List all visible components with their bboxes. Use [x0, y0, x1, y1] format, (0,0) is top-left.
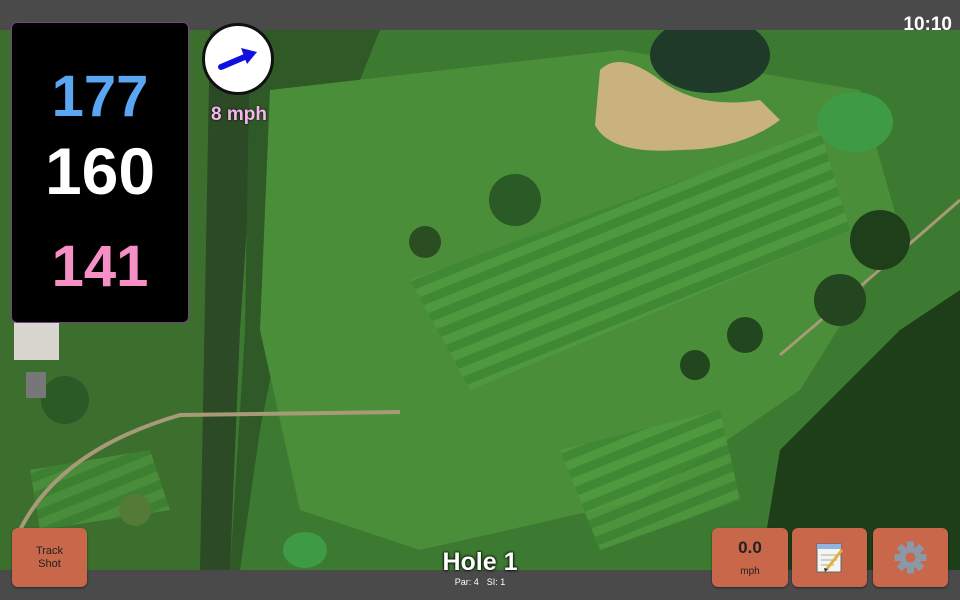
front-distance: 141 — [51, 234, 149, 299]
speed-button[interactable]: 0.0 mph — [712, 528, 788, 587]
wind-arrow-icon — [218, 48, 257, 70]
wind-direction-indicator — [202, 23, 274, 95]
distance-panel: 177 160 141 — [11, 22, 189, 323]
back-distance: 177 — [51, 64, 149, 129]
notes-button[interactable] — [792, 528, 867, 587]
settings-button[interactable] — [873, 528, 948, 587]
gear-icon — [894, 541, 927, 574]
speed-unit: mph — [740, 566, 760, 577]
track-shot-label: Track Shot — [35, 544, 64, 570]
middle-distance: 160 — [44, 134, 156, 208]
hole-title: Hole 1 — [442, 548, 518, 576]
notepad-icon — [816, 543, 844, 573]
hole-stroke-index: SI: 1 — [486, 577, 506, 587]
hole-par: Par: 4 — [454, 577, 479, 587]
wind-speed: 8 mph — [211, 104, 267, 125]
hole-info: Par: 4 SI: 1 — [380, 577, 580, 587]
track-shot-button[interactable]: Track Shot — [12, 528, 87, 587]
speed-value: 0.0 — [738, 538, 762, 557]
